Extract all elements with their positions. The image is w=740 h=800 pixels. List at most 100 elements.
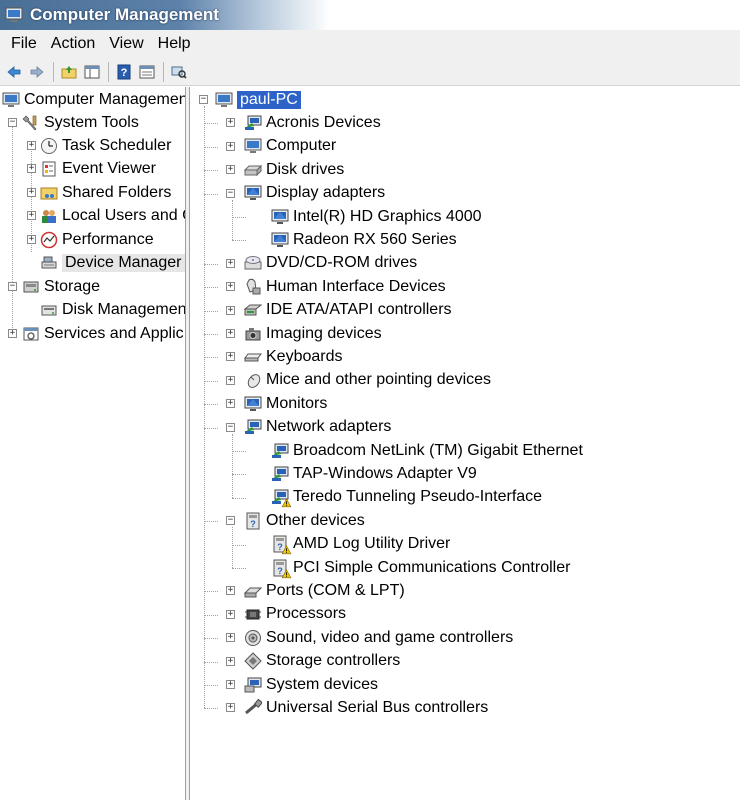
properties-icon[interactable] (136, 61, 158, 83)
category-other-devices[interactable]: ? Other devices (244, 509, 365, 532)
expand-toggle[interactable]: + (27, 235, 36, 244)
tree-item-performance[interactable]: Performance (40, 228, 154, 251)
expand-toggle[interactable]: + (226, 399, 235, 409)
expand-toggle[interactable]: + (226, 633, 235, 643)
category-label: Disk drives (266, 160, 345, 178)
device-teredo-tunneling-pseudo-interface[interactable]: Teredo Tunneling Pseudo-Interface (271, 486, 542, 509)
expand-toggle[interactable]: + (27, 188, 36, 197)
menu-help[interactable]: Help (151, 35, 198, 53)
category-label: Other devices (266, 511, 365, 529)
device-pci-simple-communications-controller[interactable]: ? PCI Simple Communications Controller (271, 556, 570, 579)
tree-connector (204, 357, 218, 359)
expand-toggle[interactable]: + (226, 680, 235, 689)
disk-icon (244, 164, 262, 176)
expand-toggle[interactable]: + (226, 118, 235, 128)
collapse-toggle[interactable]: − (199, 95, 208, 104)
expand-toggle[interactable]: + (226, 609, 235, 619)
expand-toggle[interactable]: + (226, 165, 235, 175)
collapse-toggle[interactable]: − (226, 516, 235, 526)
category-keyboards[interactable]: Keyboards (244, 345, 343, 368)
device-radeon-rx-560-series[interactable]: Radeon RX 560 Series (271, 228, 457, 251)
tree-connector (232, 240, 246, 242)
ports-icon (244, 587, 262, 598)
collapse-toggle[interactable]: − (8, 118, 17, 127)
hid-icon (246, 278, 261, 295)
tree-item-label: Services and Applic (44, 324, 184, 342)
scan-hardware-icon[interactable] (168, 61, 190, 83)
expand-toggle[interactable]: + (8, 329, 17, 338)
category-processors[interactable]: Processors (244, 603, 346, 626)
tree-item-event-viewer[interactable]: Event Viewer (40, 157, 156, 180)
expand-toggle[interactable]: + (27, 164, 36, 173)
expand-toggle[interactable]: + (226, 586, 235, 596)
expand-toggle[interactable]: + (226, 656, 235, 666)
device-icon (271, 465, 289, 483)
category-label: DVD/CD-ROM drives (266, 254, 418, 272)
category-acronis-devices[interactable]: Acronis Devices (244, 111, 381, 134)
device-icon: ? (271, 535, 292, 555)
tree-item-computer-root[interactable]: paul-PC (215, 88, 301, 111)
device-amd-log-utility-driver[interactable]: ? AMD Log Utility Driver (271, 533, 450, 556)
tree-item-task-scheduler[interactable]: Task Scheduler (40, 134, 171, 157)
category-ports-com-lpt[interactable]: Ports (COM & LPT) (244, 579, 405, 602)
menu-bar: File Action View Help (0, 30, 740, 58)
tree-item-local-users[interactable]: Local Users and G (40, 204, 185, 227)
tree-item-computer-management[interactable]: Computer Managemen (2, 88, 185, 111)
collapse-toggle[interactable]: − (8, 282, 17, 291)
expand-toggle[interactable]: + (226, 352, 235, 362)
category-mice-and-other-pointing-devices[interactable]: Mice and other pointing devices (244, 369, 491, 392)
tree-connector (204, 685, 218, 686)
collapse-toggle[interactable]: − (226, 422, 235, 432)
tree-connector (204, 146, 218, 148)
category-monitors[interactable]: Monitors (244, 392, 327, 415)
expand-toggle[interactable]: + (226, 305, 235, 315)
device-broadcom-netlink-tm-gigabit-ethernet[interactable]: Broadcom NetLink (TM) Gigabit Ethernet (271, 439, 583, 462)
expand-toggle[interactable]: + (226, 282, 235, 292)
menu-action[interactable]: Action (44, 35, 102, 53)
other-icon: ? (246, 512, 260, 530)
expand-toggle[interactable]: + (226, 141, 235, 151)
category-label: Human Interface Devices (266, 277, 446, 295)
category-computer[interactable]: Computer (244, 135, 336, 158)
show-hide-console-tree-icon[interactable] (81, 61, 103, 83)
category-universal-serial-bus-controllers[interactable]: Universal Serial Bus controllers (244, 696, 488, 719)
category-storage-controllers[interactable]: Storage controllers (244, 650, 400, 673)
category-dvd-cd-rom-drives[interactable]: DVD/CD-ROM drives (244, 252, 417, 275)
device-tap-windows-adapter-v9[interactable]: TAP-Windows Adapter V9 (271, 462, 477, 485)
tree-item-device-manager[interactable]: Device Manager (40, 251, 185, 274)
expand-toggle[interactable]: + (226, 329, 235, 338)
expand-toggle[interactable]: + (226, 703, 235, 713)
event-viewer-icon (42, 161, 56, 176)
category-network-adapters[interactable]: Network adapters (244, 416, 391, 439)
expand-toggle[interactable]: + (27, 141, 36, 150)
forward-icon[interactable] (26, 61, 48, 83)
menu-view[interactable]: View (102, 35, 150, 53)
up-folder-icon[interactable] (58, 61, 80, 83)
computer-management-icon (4, 5, 24, 25)
collapse-toggle[interactable]: − (226, 188, 235, 198)
category-system-devices[interactable]: System devices (244, 673, 378, 696)
tree-item-services-applications[interactable]: Services and Applic (22, 322, 184, 345)
category-imaging-devices[interactable]: Imaging devices (244, 322, 382, 345)
expand-toggle[interactable]: + (226, 258, 235, 268)
expand-toggle[interactable]: + (226, 375, 235, 385)
back-icon[interactable] (3, 61, 25, 83)
tree-item-system-tools[interactable]: System Tools (22, 111, 139, 134)
menu-file[interactable]: File (4, 35, 44, 53)
pane-splitter[interactable] (186, 87, 190, 800)
help-icon[interactable]: ? (113, 61, 135, 83)
category-human-interface-devices[interactable]: Human Interface Devices (244, 275, 446, 298)
category-sound-video-and-game-controllers[interactable]: Sound, video and game controllers (244, 626, 513, 649)
category-ide-ata-atapi-controllers[interactable]: IDE ATA/ATAPI controllers (244, 299, 452, 322)
category-display-adapters[interactable]: Display adapters (244, 182, 385, 205)
device-intel-r-hd-graphics-4000[interactable]: Intel(R) HD Graphics 4000 (271, 205, 482, 228)
tree-connector (232, 217, 246, 218)
expand-toggle[interactable]: + (27, 211, 36, 220)
tree-connector (204, 380, 218, 382)
tree-item-storage[interactable]: Storage (22, 275, 100, 298)
ide-icon (244, 304, 262, 316)
tree-item-shared-folders[interactable]: Shared Folders (40, 181, 171, 204)
tree-item-disk-management[interactable]: Disk Managemen (40, 298, 185, 321)
tree-connector (204, 404, 218, 406)
category-disk-drives[interactable]: Disk drives (244, 158, 344, 181)
